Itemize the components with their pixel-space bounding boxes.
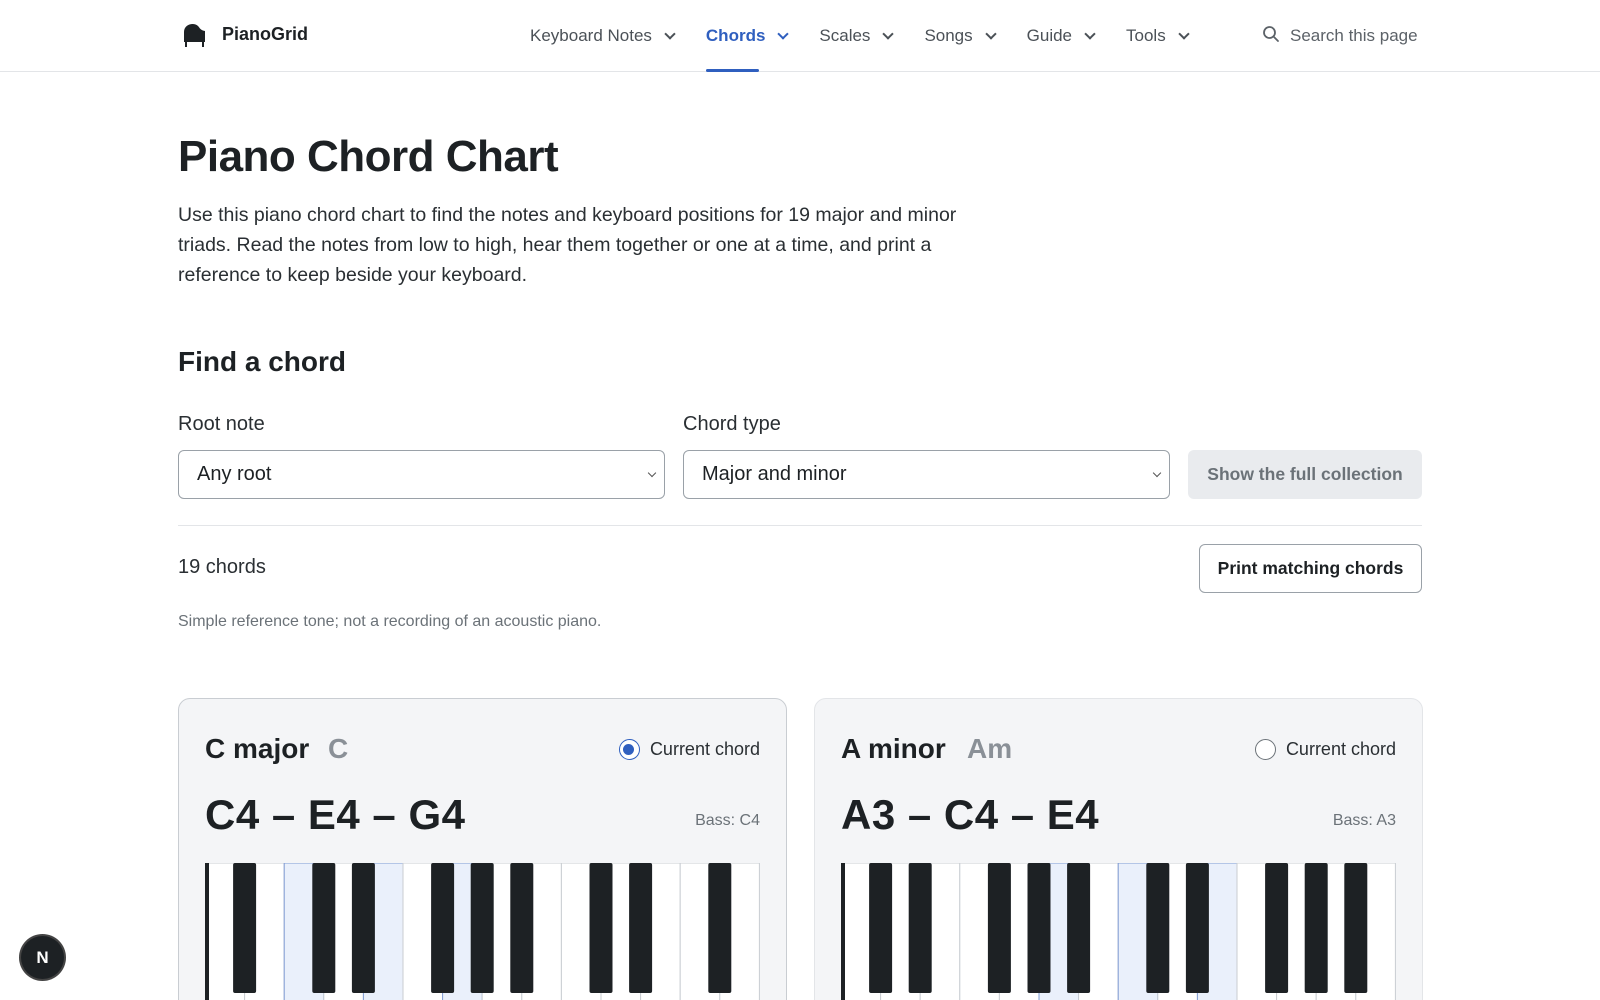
page-intro: Use this piano chord chart to find the n… bbox=[178, 204, 957, 286]
nav-item-label: Guide bbox=[1026, 26, 1073, 45]
chevron-down-icon bbox=[1084, 27, 1096, 40]
black-key-a#4[interactable] bbox=[510, 863, 534, 993]
piano-keyboard[interactable] bbox=[205, 863, 760, 1000]
search-button[interactable]: Search this page bbox=[1262, 0, 1418, 72]
brand-logo[interactable]: PianoGrid bbox=[180, 20, 308, 48]
nav-item-keyboard-notes[interactable]: Keyboard Notes bbox=[530, 0, 676, 72]
black-key-g#4[interactable] bbox=[1304, 863, 1328, 993]
print-matching-chords-button[interactable]: Print matching chords bbox=[1199, 544, 1422, 593]
black-key-a#3[interactable] bbox=[233, 863, 257, 993]
chord-symbol: Am bbox=[967, 733, 1013, 764]
dev-tools-badge[interactable]: N bbox=[21, 936, 64, 979]
chevron-down-icon bbox=[647, 468, 657, 478]
nav-item-guide[interactable]: Guide bbox=[1026, 0, 1096, 72]
search-icon bbox=[1262, 25, 1280, 48]
black-key-c#3[interactable] bbox=[869, 863, 893, 993]
chevron-down-icon bbox=[777, 27, 790, 40]
chord-symbol: C bbox=[328, 733, 349, 764]
black-key-f#5[interactable] bbox=[708, 863, 732, 993]
nav-item-label: Tools bbox=[1126, 26, 1166, 45]
current-chord-radio[interactable]: Current chord bbox=[1254, 739, 1396, 760]
nav-item-chords[interactable]: Chords bbox=[705, 0, 790, 72]
black-key-f#4[interactable] bbox=[431, 863, 455, 993]
radio-selected-icon[interactable] bbox=[618, 739, 640, 760]
black-key-g#4[interactable] bbox=[470, 863, 494, 993]
bass-note: Bass: C4 bbox=[695, 812, 760, 829]
chord-type-select[interactable]: Major and minor bbox=[683, 450, 1170, 499]
current-chord-radio[interactable]: Current chord bbox=[618, 739, 760, 760]
black-key-d#4[interactable] bbox=[1185, 863, 1209, 993]
chevron-down-icon bbox=[1152, 468, 1162, 478]
chord-type-label: Chord type bbox=[683, 413, 781, 435]
piano-keyboard[interactable] bbox=[841, 863, 1396, 1000]
top-navigation-bar: PianoGrid Keyboard Notes Chords Scales S… bbox=[0, 0, 1600, 72]
main-nav: Keyboard Notes Chords Scales Songs Guide… bbox=[530, 0, 1220, 72]
chord-name: A minor bbox=[841, 733, 946, 764]
chord-card-a-minor: A minor Am Current chord A3 – C4 – E4 Ba… bbox=[814, 698, 1423, 1000]
page-title: Piano Chord Chart bbox=[178, 132, 559, 181]
tone-disclaimer: Simple reference tone; not a recording o… bbox=[178, 613, 602, 630]
root-note-value: Any root bbox=[197, 463, 272, 485]
chord-name: C major bbox=[205, 733, 310, 764]
chevron-down-icon bbox=[882, 27, 895, 40]
root-note-select[interactable]: Any root bbox=[178, 450, 665, 499]
keyboard-edge bbox=[841, 863, 845, 1000]
chevron-down-icon bbox=[984, 27, 997, 40]
black-key-d#4[interactable] bbox=[351, 863, 375, 993]
black-key-g#3[interactable] bbox=[1027, 863, 1051, 993]
black-key-d#3[interactable] bbox=[908, 863, 932, 993]
results-count: 19 chords bbox=[178, 556, 266, 578]
black-key-c#4[interactable] bbox=[312, 863, 336, 993]
chord-notes: C4 – E4 – G4 bbox=[205, 791, 466, 838]
black-key-a#4[interactable] bbox=[1344, 863, 1368, 993]
radio-label: Current chord bbox=[1285, 739, 1396, 759]
bass-note: Bass: A3 bbox=[1332, 812, 1396, 829]
nav-item-label: Keyboard Notes bbox=[530, 26, 652, 45]
chord-type-value: Major and minor bbox=[702, 463, 847, 485]
chord-notes: A3 – C4 – E4 bbox=[841, 791, 1100, 838]
nav-item-scales[interactable]: Scales bbox=[819, 0, 895, 72]
radio-unselected-icon[interactable] bbox=[1254, 739, 1276, 760]
grand-piano-icon bbox=[180, 20, 208, 48]
radio-label: Current chord bbox=[649, 739, 760, 759]
keyboard-edge bbox=[205, 863, 209, 1000]
brand-name: PianoGrid bbox=[222, 23, 309, 44]
chevron-down-icon bbox=[664, 27, 676, 40]
black-key-c#5[interactable] bbox=[589, 863, 613, 993]
nav-item-songs[interactable]: Songs bbox=[924, 0, 997, 72]
nav-item-label: Chords bbox=[705, 26, 766, 45]
black-key-d#5[interactable] bbox=[629, 863, 653, 993]
show-full-collection-button[interactable]: Show the full collection bbox=[1188, 450, 1422, 499]
chord-card-c-major: C major C Current chord C4 – E4 – G4 Bas… bbox=[178, 698, 787, 1000]
nav-item-label: Scales bbox=[819, 26, 871, 45]
nav-item-label: Songs bbox=[924, 26, 973, 45]
divider bbox=[178, 525, 1422, 526]
black-key-f#4[interactable] bbox=[1265, 863, 1289, 993]
black-key-a#3[interactable] bbox=[1067, 863, 1091, 993]
search-label: Search this page bbox=[1290, 26, 1418, 45]
black-key-f#3[interactable] bbox=[987, 863, 1011, 993]
find-chord-heading: Find a chord bbox=[178, 346, 346, 377]
root-note-label: Root note bbox=[178, 413, 265, 435]
chevron-down-icon bbox=[1178, 27, 1190, 40]
nav-item-tools[interactable]: Tools bbox=[1126, 0, 1190, 72]
black-key-c#4[interactable] bbox=[1146, 863, 1170, 993]
